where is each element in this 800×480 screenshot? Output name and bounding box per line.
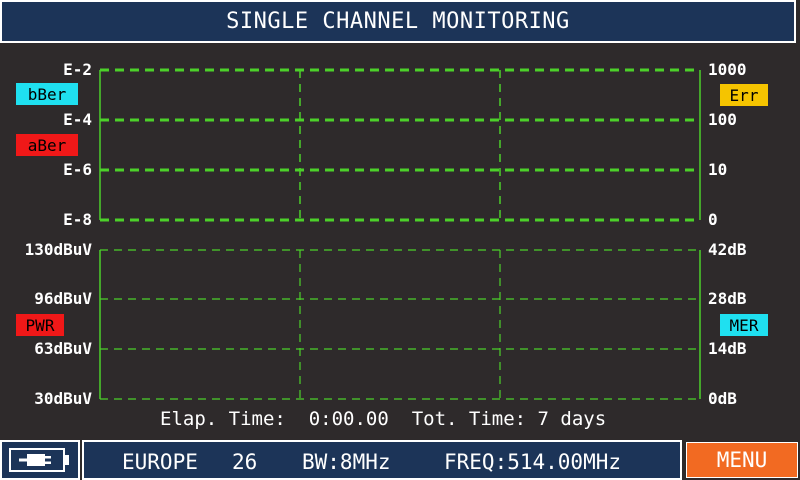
err-badge[interactable]: Err [720, 84, 768, 106]
channel-info-bar: EUROPE 26 BW:8MHz FREQ:514.00MHz [82, 440, 682, 480]
menu-button[interactable]: MENU [686, 442, 798, 478]
lower-left-tick-2: 96dBuV [34, 289, 92, 308]
elapsed-label: Elap. Time: [160, 408, 286, 430]
upper-right-tick-1: 1000 [708, 60, 747, 79]
lower-left-tick-4: 30dBuV [34, 389, 92, 408]
lower-left-tick-3: 63dBuV [34, 339, 92, 358]
upper-left-tick-4: E-8 [63, 210, 92, 229]
upper-left-tick-3: E-6 [63, 160, 92, 179]
upper-right-tick-4: 0 [708, 210, 718, 229]
lower-right-tick-4: 0dB [708, 389, 737, 408]
upper-left-tick-1: E-2 [63, 60, 92, 79]
lower-right-tick-1: 42dB [708, 240, 747, 259]
upper-right-tick-2: 100 [708, 110, 737, 129]
total-label: Tot. Time: [411, 408, 527, 430]
mer-badge[interactable]: MER [720, 314, 768, 336]
upper-left-tick-2: E-4 [63, 110, 92, 129]
total-value: 7 days [537, 408, 607, 430]
battery-plug-icon [9, 448, 69, 472]
time-status: Elap. Time: 0:00.00 Tot. Time: 7 days [160, 408, 606, 430]
region-label: EUROPE [122, 450, 198, 474]
aber-badge[interactable]: aBer [16, 134, 78, 156]
pwr-badge[interactable]: PWR [16, 314, 64, 336]
channel-number: 26 [232, 450, 258, 474]
battery-status [0, 440, 80, 480]
lower-right-tick-3: 14dB [708, 339, 747, 358]
lower-left-tick-1: 130dBuV [24, 240, 92, 259]
bber-badge[interactable]: bBer [16, 83, 78, 105]
upper-right-tick-3: 10 [708, 160, 728, 179]
bandwidth-label: BW:8MHz [302, 450, 391, 474]
lower-right-tick-2: 28dB [708, 289, 747, 308]
elapsed-value: 0:00.00 [308, 408, 389, 430]
frequency-label: FREQ:514.00MHz [444, 450, 622, 474]
